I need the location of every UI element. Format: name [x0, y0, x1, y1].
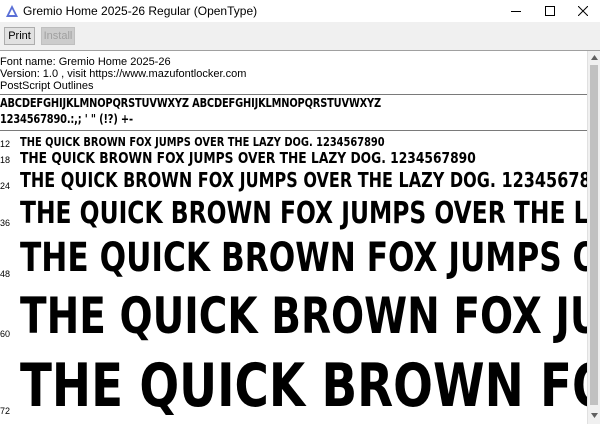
sample-size-label: 36: [0, 218, 11, 228]
vertical-scrollbar[interactable]: [587, 51, 600, 424]
sample-text: THE QUICK BROWN FOX JUMPS OVER THE LAZY …: [20, 196, 587, 231]
window-title: Gremio Home 2025-26 Regular (OpenType): [23, 4, 258, 18]
close-icon: [578, 6, 588, 16]
font-viewer-window: Gremio Home 2025-26 Regular (OpenType) P…: [0, 0, 600, 424]
sample-text: THE QUICK BROWN FOX JUMPS OVER THE LAZY …: [20, 149, 476, 167]
scroll-up-arrow-icon: [590, 55, 598, 60]
charset-divider: [0, 130, 587, 131]
sample-text: THE QUICK BROWN FOX JUMPS OVER THE LAZY …: [20, 351, 587, 421]
info-divider: [0, 94, 587, 95]
scroll-up-button[interactable]: [588, 51, 600, 64]
install-button[interactable]: Install: [41, 27, 75, 45]
close-button[interactable]: [563, 0, 600, 22]
charset-uppercase: ABCDEFGHIJKLMNOPQRSTUVWXYZ ABCDEFGHIJKLM…: [0, 96, 381, 110]
font-preview-area[interactable]: Font name: Gremio Home 2025-26 Version: …: [0, 51, 587, 424]
sample-size-label: 18: [0, 155, 11, 165]
toolbar: Print Install: [0, 22, 600, 50]
sample-size-label: 12: [0, 139, 11, 149]
sample-text: THE QUICK BROWN FOX JUMPS OVER THE LAZY …: [20, 235, 587, 281]
sample-size-label: 48: [0, 269, 11, 279]
minimize-icon: [511, 11, 521, 12]
title-bar[interactable]: Gremio Home 2025-26 Regular (OpenType): [0, 0, 600, 22]
sample-text: THE QUICK BROWN FOX JUMPS OVER THE LAZY …: [20, 168, 587, 192]
sample-size-label: 24: [0, 181, 11, 191]
font-name-line: Font name: Gremio Home 2025-26: [0, 56, 171, 68]
scroll-down-arrow-icon: [590, 413, 598, 418]
font-version-line: Version: 1.0 , visit https://www.mazufon…: [0, 68, 247, 80]
charset-digits-punctuation: 1234567890.:,; ' " (!?) +-: [0, 112, 133, 126]
scroll-thumb[interactable]: [590, 65, 598, 405]
font-outlines-line: PostScript Outlines: [0, 80, 94, 92]
font-viewer-icon: [5, 4, 19, 18]
sample-text: THE QUICK BROWN FOX JUMPS OVER THE LAZY …: [20, 287, 587, 345]
scroll-down-button[interactable]: [588, 409, 600, 422]
sample-size-label: 60: [0, 329, 11, 339]
print-button[interactable]: Print: [4, 27, 35, 45]
maximize-icon: [545, 6, 555, 16]
sample-size-label: 72: [0, 406, 11, 416]
sample-text: THE QUICK BROWN FOX JUMPS OVER THE LAZY …: [20, 135, 385, 149]
